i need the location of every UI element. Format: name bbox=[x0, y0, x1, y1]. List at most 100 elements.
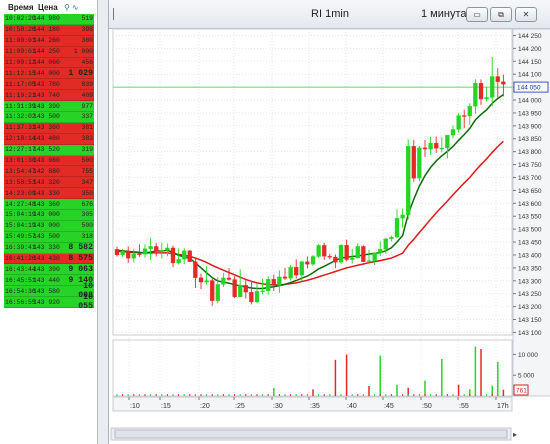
candle-body bbox=[355, 246, 360, 259]
tape-row[interactable]: 10:58:26 144 180 398 bbox=[4, 24, 94, 36]
time-column-header[interactable]: Время bbox=[2, 3, 38, 12]
tape-price: 143 740 bbox=[33, 91, 60, 99]
tape-row[interactable]: 16:56:55 143 920 10 055 bbox=[4, 293, 94, 311]
scrollbar-thumb[interactable] bbox=[114, 429, 508, 439]
tape-time: 11:32:02 bbox=[5, 113, 36, 121]
candle-body bbox=[478, 83, 484, 100]
tape-price: 144 980 bbox=[33, 15, 60, 23]
tape-price: 143 360 bbox=[33, 200, 60, 208]
candle-body bbox=[170, 247, 176, 264]
tape-row[interactable]: 12:18:14 143 480 383 bbox=[4, 133, 94, 145]
tape-row[interactable]: 13:01:30 143 080 500 bbox=[4, 155, 94, 167]
tape-time: 11:09:12 bbox=[5, 59, 36, 66]
tape-time: 16:54:36 bbox=[5, 287, 36, 295]
x-tick-label: :30 bbox=[273, 403, 283, 410]
tape-row[interactable]: 15:04:19 143 000 500 bbox=[4, 220, 94, 232]
candle-body bbox=[350, 257, 355, 260]
tape-row[interactable]: 15:49:57 143 500 318 bbox=[4, 231, 94, 243]
tape-row[interactable]: 11:09:01 144 250 1 000 bbox=[4, 46, 94, 58]
price-pane bbox=[112, 28, 513, 336]
tape-qty: 8 582 bbox=[68, 243, 93, 253]
tape-row[interactable]: 13:54:47 142 880 755 bbox=[4, 166, 94, 178]
tape-time: 10:58:26 bbox=[5, 26, 36, 34]
candle-body bbox=[406, 146, 411, 216]
candle-body bbox=[159, 250, 164, 252]
y-tick-label: 143 950 bbox=[518, 110, 542, 117]
settings-icon[interactable]: ∿ bbox=[72, 3, 79, 12]
candle-body bbox=[456, 115, 461, 130]
tape-row[interactable]: 16:39:41 143 330 8 582 bbox=[4, 242, 94, 254]
candle-body bbox=[316, 245, 321, 257]
candle-body bbox=[383, 238, 388, 250]
tape-qty: 676 bbox=[81, 200, 93, 208]
candle-body bbox=[176, 259, 181, 264]
tape-price: 144 260 bbox=[33, 37, 60, 45]
candle-body bbox=[344, 244, 349, 260]
tape-row[interactable]: 11:32:02 143 500 337 bbox=[4, 112, 94, 123]
candle-body bbox=[137, 253, 142, 255]
tape-time: 11:12:15 bbox=[5, 69, 36, 77]
tape-price: 143 780 bbox=[33, 80, 60, 88]
candle-body bbox=[305, 261, 310, 265]
tape-qty: 8 575 bbox=[68, 254, 93, 264]
candle-body bbox=[434, 142, 439, 149]
tape-row[interactable]: 11:12:15 144 000 1 029 bbox=[4, 68, 94, 80]
tape-price: 144 000 bbox=[33, 69, 60, 77]
candle-body bbox=[120, 251, 125, 256]
y-tick-label: 143 250 bbox=[518, 291, 542, 298]
candle-body bbox=[260, 290, 265, 292]
tape-row[interactable]: 12:27:17 143 520 319 bbox=[4, 144, 94, 156]
tape-time: 16:56:55 bbox=[5, 298, 36, 306]
candle-body bbox=[243, 285, 248, 293]
filter-icon[interactable]: ⚲ bbox=[64, 3, 70, 12]
tape-price: 143 330 bbox=[33, 189, 60, 197]
candle-body bbox=[294, 267, 299, 276]
candle-body bbox=[187, 250, 192, 262]
tape-row[interactable]: 14:27:48 143 360 676 bbox=[4, 199, 94, 211]
candle-body bbox=[299, 261, 304, 276]
tape-time: 13:54:47 bbox=[5, 167, 36, 175]
tape-row[interactable]: 11:19:21 143 740 409 bbox=[4, 90, 94, 102]
tape-row[interactable]: 16:43:44 143 390 9 063 bbox=[4, 264, 94, 276]
tape-qty: 337 bbox=[81, 113, 93, 121]
volume-tick-label: 5 000 bbox=[518, 373, 535, 380]
tape-row[interactable]: 11:09:12 144 060 456 bbox=[4, 57, 94, 69]
candle-body bbox=[226, 277, 232, 280]
tape-row[interactable]: 11:31:39 143 390 977 bbox=[4, 101, 94, 113]
candle-body bbox=[131, 253, 136, 259]
tape-row[interactable]: 11:37:31 143 360 381 bbox=[4, 122, 94, 134]
tape-row[interactable]: 15:04:19 143 000 305 bbox=[4, 210, 94, 221]
candle-body bbox=[333, 256, 338, 263]
tape-qty: 519 bbox=[81, 15, 93, 23]
y-tick-label: 144 200 bbox=[518, 46, 542, 53]
y-tick-label: 143 900 bbox=[518, 123, 542, 130]
tape-qty: 305 bbox=[81, 211, 93, 219]
tape-row[interactable]: 11:17:05 143 780 839 bbox=[4, 79, 94, 91]
candle-body bbox=[467, 106, 472, 117]
candle-body bbox=[232, 279, 237, 297]
chart-window: RI 1min 1 минута ▭ ⧉ ✕ 144 250 144 200 144… bbox=[108, 0, 550, 444]
price-column-header[interactable]: Цена bbox=[38, 3, 62, 12]
tape-time: 11:37:31 bbox=[5, 124, 36, 132]
y-tick-label: 143 100 bbox=[518, 330, 542, 337]
tape-row[interactable]: 13:58:53 143 320 347 bbox=[4, 177, 94, 189]
tape-row[interactable]: 11:09:01 144 260 380 bbox=[4, 35, 94, 47]
tape-qty: 398 bbox=[81, 26, 93, 34]
candle-body bbox=[338, 244, 344, 263]
tape-time: 15:49:57 bbox=[5, 233, 36, 241]
candle-body bbox=[400, 214, 405, 219]
tape-qty: 383 bbox=[81, 135, 93, 143]
tape-row[interactable]: 16:41:26 143 430 8 575 bbox=[4, 253, 94, 265]
candle-body bbox=[473, 83, 478, 107]
tape-time: 11:09:01 bbox=[5, 37, 36, 45]
tape-row[interactable]: 10:02:20 144 980 519 bbox=[4, 14, 94, 25]
tape-price: 143 440 bbox=[33, 276, 60, 284]
tape-time: 16:39:41 bbox=[5, 244, 36, 252]
tape-row[interactable]: 14:23:09 143 330 350 bbox=[4, 188, 94, 200]
tape-qty: 456 bbox=[81, 59, 93, 66]
candle-body bbox=[182, 250, 187, 260]
scroll-right-icon: ▸ bbox=[513, 430, 517, 439]
tape-qty: 755 bbox=[81, 167, 93, 175]
price-chart[interactable]: 144 250 144 200 144 150 144 100 144 050 144 0… bbox=[109, 0, 550, 444]
candle-body bbox=[394, 218, 400, 238]
